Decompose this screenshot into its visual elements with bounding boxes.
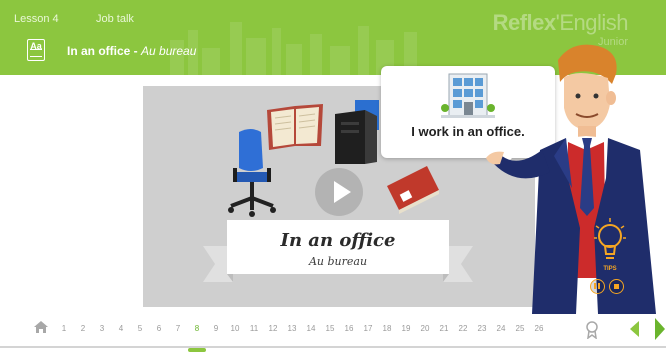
banner-subtitle: Au bureau	[308, 255, 368, 268]
teacher-character	[486, 44, 656, 314]
tips-label: TIPS	[603, 266, 617, 272]
city-skyline-decoration	[170, 22, 417, 75]
page-link[interactable]: 12	[264, 324, 282, 333]
notebook-illustration	[267, 104, 323, 150]
banner-title: In an office	[280, 230, 396, 251]
page-link[interactable]: 1	[55, 324, 73, 333]
brand-logo-main: Reflex	[492, 10, 557, 35]
tips-button[interactable]: TIPS	[592, 216, 628, 276]
page-link[interactable]: 24	[492, 324, 510, 333]
page-link[interactable]: 5	[131, 324, 149, 333]
page-title-fr: Au bureau	[141, 44, 197, 58]
play-icon[interactable]	[315, 168, 363, 216]
binder-illustration	[387, 166, 439, 214]
page-link[interactable]: 2	[74, 324, 92, 333]
arrow-right-icon[interactable]	[655, 318, 665, 340]
book-icon: Aa	[27, 39, 45, 61]
pause-icon[interactable]	[590, 279, 605, 294]
lesson-number: Lesson 4	[14, 13, 59, 25]
page-link[interactable]: 11	[245, 324, 263, 333]
lesson-topic: Job talk	[96, 13, 134, 25]
page-title-en: In an office	[67, 44, 131, 58]
page-link[interactable]: 22	[454, 324, 472, 333]
page-link[interactable]: 13	[283, 324, 301, 333]
brand-logo-rest: 'English	[555, 10, 629, 35]
stop-icon[interactable]	[609, 279, 624, 294]
award-icon[interactable]	[585, 321, 599, 339]
page-link[interactable]: 25	[511, 324, 529, 333]
page-link[interactable]: 19	[397, 324, 415, 333]
page-link[interactable]: 10	[226, 324, 244, 333]
page-link[interactable]: 14	[302, 324, 320, 333]
page-link[interactable]: 18	[378, 324, 396, 333]
page-link[interactable]: 16	[340, 324, 358, 333]
page-title-separator: -	[130, 44, 142, 58]
page-link[interactable]: 4	[112, 324, 130, 333]
page-link-active[interactable]: 8	[188, 324, 206, 333]
page-link[interactable]: 20	[416, 324, 434, 333]
lesson-navigation: 1 2 3 4 5 6 7 8 9 10 11 12 13 14 15 16 1…	[0, 314, 666, 352]
page-link[interactable]: 6	[150, 324, 168, 333]
page-link[interactable]: 15	[321, 324, 339, 333]
active-page-indicator	[188, 348, 206, 352]
page-link[interactable]: 23	[473, 324, 491, 333]
home-icon[interactable]	[33, 320, 49, 334]
page-link[interactable]: 7	[169, 324, 187, 333]
page-link[interactable]: 9	[207, 324, 225, 333]
page-link[interactable]: 3	[93, 324, 111, 333]
brand-logo: Reflex'English	[492, 10, 629, 36]
computer-tower-illustration	[335, 100, 379, 164]
lightbulb-icon	[594, 218, 626, 259]
page-link[interactable]: 17	[359, 324, 377, 333]
page-title: In an office - Au bureau	[67, 44, 196, 58]
page-link[interactable]: 26	[530, 324, 548, 333]
title-ribbon-text: In an office Au bureau	[203, 222, 473, 276]
arrow-left-icon[interactable]	[630, 321, 639, 337]
page-link[interactable]: 21	[435, 324, 453, 333]
